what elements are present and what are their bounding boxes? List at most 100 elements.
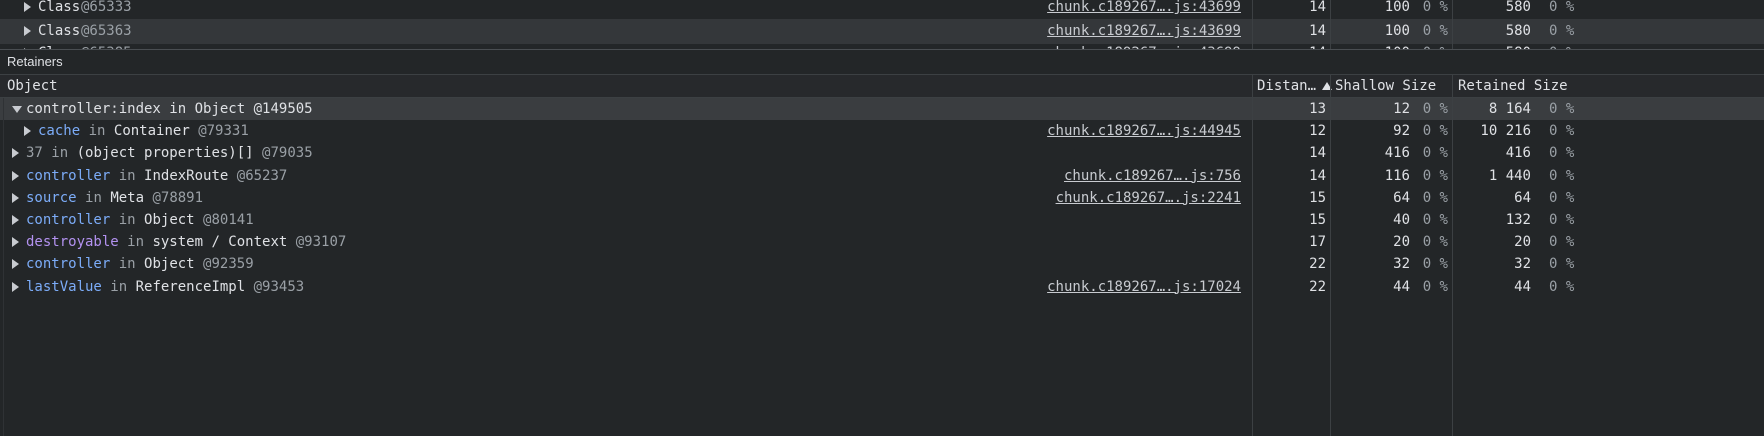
table-row[interactable]: source in Meta @78891 chunk.c189267….js:2… [0, 187, 1764, 209]
retainer-description: controller:index in Object @149505 [26, 98, 313, 120]
column-header-object[interactable]: Object [7, 75, 58, 98]
retained-size-value: 32 [1514, 256, 1531, 273]
shallow-size-value: 32 [1393, 256, 1410, 273]
constructor-table: Class @65333 chunk.c189267….js:43699 14 … [0, 0, 1764, 56]
object-id: @149505 [253, 101, 313, 117]
retained-size-value: 44 [1514, 278, 1531, 295]
retained-size-percent: 0 % [1549, 189, 1575, 206]
retainer-property: controller [26, 167, 111, 184]
expand-arrow-icon[interactable] [24, 120, 31, 142]
shallow-size-value: 20 [1393, 234, 1410, 251]
retainers-header: Retainers [0, 50, 1764, 74]
table-row[interactable]: controller in Object @80141 15 40 0 % 132 0 % [0, 209, 1764, 231]
shallow-size-value: 44 [1393, 278, 1410, 295]
retained-size-value: 132 [1505, 212, 1531, 228]
source-link[interactable] [1000, 142, 1241, 164]
retainer-in: in [118, 256, 136, 273]
expand-arrow-icon[interactable] [12, 209, 19, 231]
retained-size-percent: 0 % [1549, 145, 1575, 162]
retainer-type: (object properties)[] [76, 145, 254, 162]
column-header-distance[interactable]: Distan… [1257, 75, 1333, 98]
source-link[interactable]: chunk.c189267….js:17024 [1000, 276, 1241, 298]
table-row[interactable]: Class @65333 chunk.c189267….js:43699 14 … [0, 0, 1764, 20]
source-link[interactable]: chunk.c189267….js:43699 [1000, 0, 1241, 20]
source-link[interactable]: chunk.c189267….js:2241 [1000, 187, 1241, 209]
retainer-in: in [127, 234, 145, 251]
retained-size-percent: 0 % [1549, 101, 1575, 117]
retainer-type: IndexRoute [144, 167, 229, 184]
table-row[interactable]: controller in Object @92359 22 32 0 % 32 0 % [0, 253, 1764, 275]
column-header-shallow-size[interactable]: Shallow Size [1335, 75, 1436, 98]
distance-value: 22 [1309, 278, 1326, 295]
object-id: @80141 [203, 212, 254, 228]
source-link[interactable] [1000, 253, 1241, 275]
shallow-size-value: 12 [1393, 101, 1410, 117]
shallow-size-percent: 0 % [1422, 167, 1448, 184]
shallow-size-value: 100 [1384, 0, 1410, 15]
retainer-description: controller in IndexRoute @65237 [26, 165, 287, 187]
retainer-type: ReferenceImpl [135, 278, 246, 295]
table-row[interactable]: controller:index in Object @149505 13 12 0 … [0, 98, 1764, 120]
table-row[interactable]: lastValue in ReferenceImpl @93453 chunk.c… [0, 276, 1764, 298]
object-id: @65237 [236, 167, 288, 184]
table-row[interactable]: 37 in (object properties)[] @79035 14 416 0… [0, 142, 1764, 164]
expand-arrow-icon[interactable] [12, 253, 19, 275]
retained-size-value: 416 [1505, 145, 1531, 162]
expand-arrow-icon[interactable] [12, 231, 19, 253]
retainer-property: source [26, 189, 77, 206]
retainer-in: in [118, 167, 136, 184]
retained-size-percent: 0 % [1549, 0, 1575, 15]
source-link[interactable]: chunk.c189267….js:44945 [1000, 120, 1241, 142]
expand-arrow-icon[interactable] [12, 165, 19, 187]
shallow-size-value: 40 [1393, 212, 1410, 228]
retainer-type: Object [144, 212, 195, 228]
column-header-retained-size[interactable]: Retained Size [1458, 75, 1568, 98]
expand-arrow-icon[interactable] [24, 0, 31, 20]
distance-value: 15 [1309, 189, 1326, 206]
retained-size-percent: 0 % [1549, 234, 1575, 251]
source-link[interactable]: chunk.c189267….js:756 [1000, 165, 1241, 187]
shallow-size-percent: 0 % [1422, 101, 1448, 117]
expand-arrow-icon[interactable] [12, 142, 19, 164]
retainer-type: Container [113, 123, 190, 140]
table-row[interactable]: controller in IndexRoute @65237 chunk.c18… [0, 165, 1764, 187]
retainer-type: Object [144, 256, 195, 273]
table-row[interactable]: cache in Container @79331 chunk.c189267….… [0, 120, 1764, 142]
section-title: Retainers [7, 54, 63, 69]
distance-value: 12 [1309, 123, 1326, 140]
expand-arrow-icon[interactable] [12, 187, 19, 209]
retained-size-value: 64 [1514, 189, 1531, 206]
expand-arrow-icon[interactable] [12, 276, 19, 298]
shallow-size-value: 416 [1384, 145, 1410, 162]
retainer-description: source in Meta @78891 [26, 187, 203, 209]
retainer-description: controller in Object @80141 [26, 209, 254, 231]
expand-arrow-icon[interactable] [12, 98, 22, 120]
retained-size-value: 1 440 [1488, 167, 1531, 184]
retained-size-value: 20 [1514, 234, 1531, 251]
retained-size-value: 8 164 [1488, 101, 1531, 117]
object-id: @92359 [203, 256, 254, 273]
retainer-property: 37 [26, 145, 43, 162]
retainer-in: in [88, 123, 106, 140]
source-link[interactable] [1000, 231, 1241, 253]
shallow-size-value: 92 [1393, 123, 1410, 140]
retainer-description: 37 in (object properties)[] @79035 [26, 142, 313, 164]
source-link[interactable] [1000, 98, 1241, 120]
retained-size-value: 10 216 [1480, 123, 1531, 140]
distance-value: 14 [1309, 145, 1326, 162]
retainer-property: controller [26, 212, 111, 228]
retainer-in: in [51, 145, 69, 162]
retainer-type: Object [194, 101, 246, 117]
source-link[interactable] [1000, 209, 1241, 231]
retainer-in: in [85, 189, 102, 206]
object-id: @79331 [198, 123, 249, 140]
retainer-in: in [118, 212, 136, 228]
retainer-in: in [110, 278, 128, 295]
table-row[interactable]: destroyable in system / Context @93107 17… [0, 231, 1764, 253]
retained-size-percent: 0 % [1549, 278, 1575, 295]
object-id: @79035 [262, 145, 313, 162]
shallow-size-percent: 0 % [1422, 145, 1448, 162]
distance-value: 13 [1309, 101, 1326, 117]
retainer-type: Meta [110, 189, 145, 206]
shallow-size-percent: 0 % [1422, 123, 1448, 140]
